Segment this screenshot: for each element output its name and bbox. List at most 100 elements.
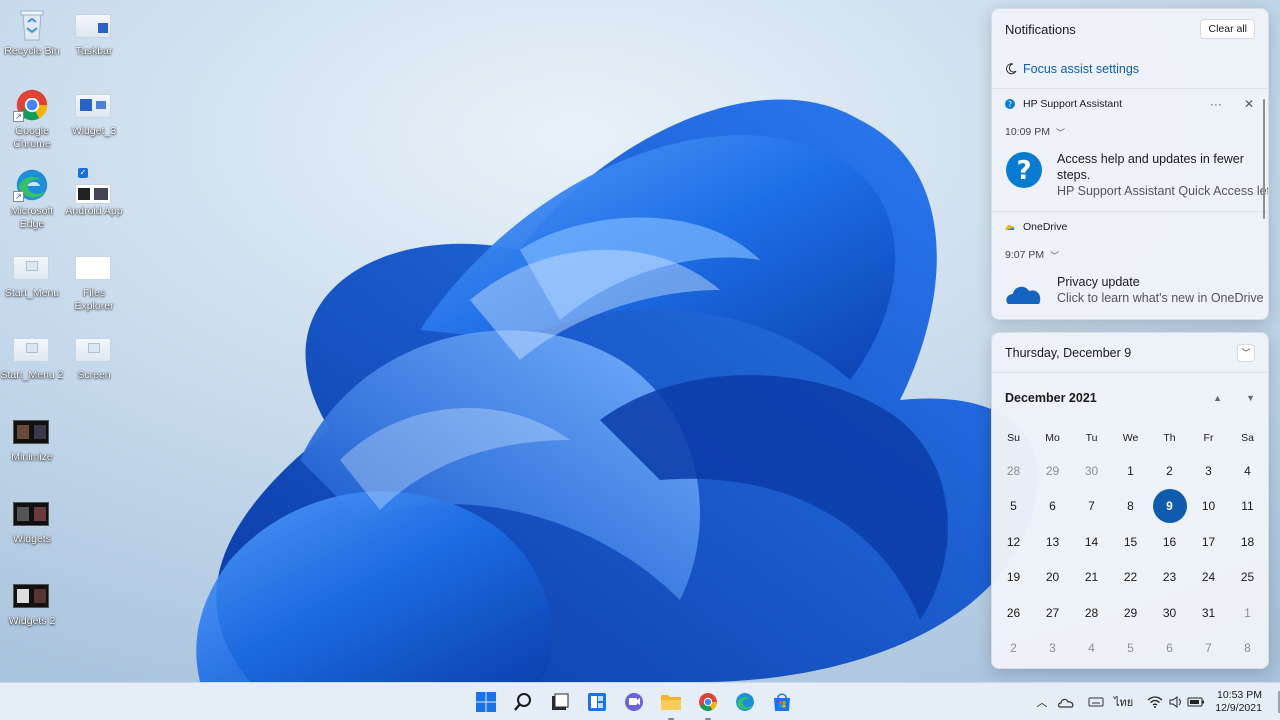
onedrive-icon — [1005, 224, 1015, 230]
desktop-icon-android-app[interactable]: ✓ Android App — [62, 168, 126, 218]
notification-body[interactable]: Privacy update Click to learn what's new… — [992, 268, 1268, 319]
desktop-icon-widget-3[interactable]: Widget_3 — [62, 88, 126, 138]
store-button[interactable] — [770, 690, 794, 714]
calendar-day-other-month[interactable]: 28 — [994, 453, 1033, 489]
start-button[interactable] — [474, 690, 498, 714]
notification-body[interactable]: ? Access help and updates in fewer steps… — [992, 145, 1268, 211]
widgets-button[interactable] — [585, 690, 609, 714]
calendar-day[interactable]: 12 — [994, 524, 1033, 560]
calendar-day-today[interactable]: 9 — [1150, 489, 1189, 525]
hp-support-icon: ? — [1005, 99, 1015, 109]
desktop-icon-label: Files Explorer — [74, 287, 114, 312]
calendar-day-other-month[interactable]: 3 — [1033, 631, 1072, 667]
file-explorer-button[interactable] — [659, 690, 683, 720]
desktop-icon-start-menu[interactable]: Start_Menu — [0, 250, 64, 300]
calendar-day-other-month[interactable]: 1 — [1228, 595, 1267, 631]
scrollbar[interactable] — [1263, 99, 1265, 219]
calendar-day[interactable]: 29 — [1111, 595, 1150, 631]
desktop-icon-taskbar[interactable]: Taskbar — [62, 8, 126, 58]
notification-message-body: Click to learn what's new in OneDrive — [1057, 291, 1264, 305]
battery-icon[interactable] — [1185, 690, 1207, 714]
calendar-day[interactable]: 26 — [994, 595, 1033, 631]
calendar-day[interactable]: 19 — [994, 560, 1033, 596]
calendar-day-other-month[interactable]: 7 — [1189, 631, 1228, 667]
chrome-taskbar-button[interactable] — [696, 690, 720, 720]
calendar-day[interactable]: 27 — [1033, 595, 1072, 631]
calendar-day-other-month[interactable]: 30 — [1072, 453, 1111, 489]
calendar-day[interactable]: 5 — [994, 489, 1033, 525]
calendar-day[interactable]: 21 — [1072, 560, 1111, 596]
calendar-day[interactable]: 23 — [1150, 560, 1189, 596]
calendar-day-other-month[interactable]: 8 — [1228, 631, 1267, 667]
weekday-header: Su — [1007, 432, 1020, 444]
calendar-day[interactable]: 2 — [1150, 453, 1189, 489]
calendar-day[interactable]: 20 — [1033, 560, 1072, 596]
notification-time-row[interactable]: 9:07 PM ﹀ — [992, 242, 1268, 268]
clear-all-button[interactable]: Clear all — [1200, 19, 1255, 39]
more-options-icon[interactable]: ··· — [1210, 97, 1222, 111]
focus-assist-settings-link[interactable]: Focus assist settings — [992, 49, 1268, 89]
desktop-icon-widgets[interactable]: Widgets — [0, 496, 64, 546]
chat-button[interactable] — [622, 690, 646, 714]
calendar-day[interactable]: 6 — [1033, 489, 1072, 525]
calendar-day[interactable]: 30 — [1150, 595, 1189, 631]
notification-card-onedrive[interactable]: OneDrive 9:07 PM ﹀ Privacy update Click … — [992, 212, 1268, 319]
wifi-icon[interactable] — [1143, 690, 1167, 714]
calendar-day[interactable]: 3 — [1189, 453, 1228, 489]
desktop-icon-label: Start_Menu 2 — [0, 369, 64, 381]
calendar-day[interactable]: 17 — [1189, 524, 1228, 560]
cloud-tray-icon[interactable] — [1054, 690, 1078, 714]
calendar-day[interactable]: 15 — [1111, 524, 1150, 560]
calendar-day[interactable]: 13 — [1033, 524, 1072, 560]
calendar-day[interactable]: 31 — [1189, 595, 1228, 631]
chevron-up-icon[interactable]: ︿ — [1030, 690, 1054, 714]
next-month-arrow-icon[interactable]: ▼ — [1246, 393, 1255, 403]
month-label[interactable]: December 2021 — [1005, 391, 1097, 405]
calendar-day[interactable]: 8 — [1111, 489, 1150, 525]
desktop-icon-widgets-2[interactable]: Widgets 2 — [0, 578, 64, 628]
weekday-header: Th — [1163, 432, 1176, 444]
desktop-icon-microsoft-edge[interactable]: ↗ Microsoft Edge — [0, 168, 64, 231]
desktop-icon-screen[interactable]: Screen — [62, 332, 126, 382]
selection-checkbox[interactable]: ✓ — [78, 168, 88, 178]
notification-time-row[interactable]: 10:09 PM ﹀ — [992, 119, 1268, 145]
calendar-day-other-month[interactable]: 6 — [1150, 631, 1189, 667]
calendar-day[interactable]: 10 — [1189, 489, 1228, 525]
shortcut-thumbnail-icon — [13, 256, 49, 280]
keyboard-icon[interactable] — [1084, 690, 1108, 714]
calendar-day[interactable]: 11 — [1228, 489, 1267, 525]
calendar-day-other-month[interactable]: 29 — [1033, 453, 1072, 489]
calendar-day[interactable]: 7 — [1072, 489, 1111, 525]
notification-card-hp[interactable]: ? HP Support Assistant ··· ✕ 10:09 PM ﹀ … — [992, 89, 1268, 212]
chevron-down-icon[interactable]: ﹀ — [1050, 249, 1059, 262]
calendar-day[interactable]: 22 — [1111, 560, 1150, 596]
desktop-icon-files-explorer[interactable]: Files Explorer — [62, 250, 126, 313]
calendar-day[interactable]: 25 — [1228, 560, 1267, 596]
calendar-day-other-month[interactable]: 5 — [1111, 631, 1150, 667]
calendar-day-other-month[interactable]: 4 — [1072, 631, 1111, 667]
chevron-down-icon[interactable]: ﹀ — [1237, 343, 1255, 362]
focus-assist-label: Focus assist settings — [1023, 61, 1140, 76]
calendar-day[interactable]: 1 — [1111, 453, 1150, 489]
volume-icon[interactable] — [1167, 690, 1185, 714]
close-icon[interactable]: ✕ — [1244, 97, 1254, 111]
question-circle-icon: ? — [1006, 152, 1042, 188]
calendar-day[interactable]: 4 — [1228, 453, 1267, 489]
calendar-day[interactable]: 18 — [1228, 524, 1267, 560]
desktop-icon-google-chrome[interactable]: ↗ Google Chrome — [0, 88, 64, 151]
search-button[interactable] — [511, 690, 535, 714]
previous-month-arrow-icon[interactable]: ▲ — [1213, 393, 1222, 403]
calendar-day-other-month[interactable]: 2 — [994, 631, 1033, 667]
clock[interactable]: 10:53 PM 12/9/2021 — [1215, 689, 1262, 715]
desktop-icon-recycle-bin[interactable]: Recycle Bin — [0, 8, 64, 58]
calendar-day[interactable]: 14 — [1072, 524, 1111, 560]
calendar-day[interactable]: 24 — [1189, 560, 1228, 596]
chevron-down-icon[interactable]: ﹀ — [1056, 126, 1065, 139]
desktop-icon-start-menu-2[interactable]: Start_Menu 2 — [0, 332, 64, 382]
edge-taskbar-button[interactable] — [733, 690, 757, 714]
desktop-icon-minimize[interactable]: Minimize — [0, 414, 64, 464]
calendar-day[interactable]: 28 — [1072, 595, 1111, 631]
input-language[interactable]: ไทย — [1114, 693, 1133, 711]
task-view-button[interactable] — [548, 690, 572, 714]
calendar-day[interactable]: 16 — [1150, 524, 1189, 560]
